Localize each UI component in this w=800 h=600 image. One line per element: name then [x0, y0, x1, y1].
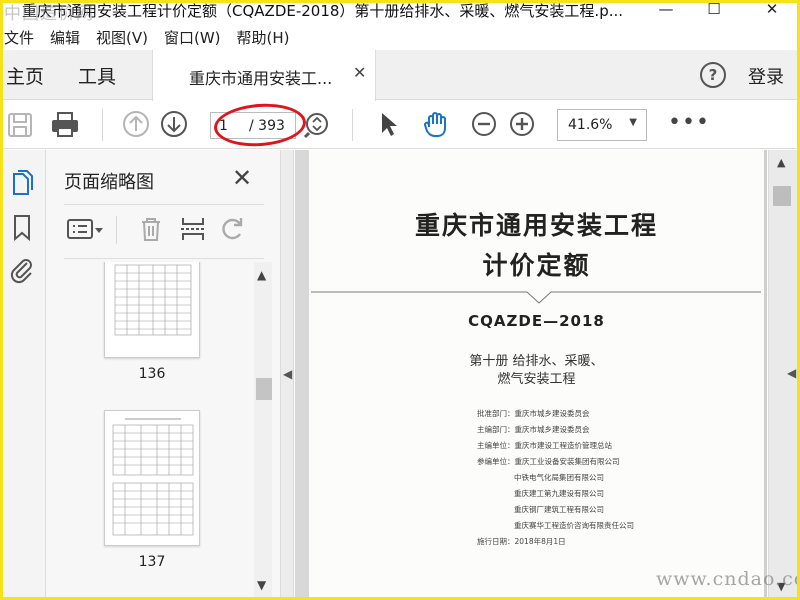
- print-icon[interactable]: [49, 107, 81, 141]
- scrollbar-thumb[interactable]: [773, 186, 791, 206]
- rotate-icon[interactable]: [218, 214, 248, 244]
- document-scrollbar[interactable]: ▲ ◀ ▼: [768, 150, 797, 600]
- document-info-line: 批准部门：重庆市城乡建设委员会: [477, 409, 590, 418]
- menu-help[interactable]: 帮助(H): [229, 26, 298, 50]
- thumbnail-label: 137: [138, 554, 166, 570]
- tab-home[interactable]: 主页: [6, 62, 44, 89]
- scroll-up-icon[interactable]: ▲: [777, 156, 785, 169]
- document-view[interactable]: 重庆市通用安装工程 计价定额 CQAZDE—2018 第十册 给排水、采暖、 燃…: [295, 150, 767, 600]
- document-info-line: 主编部门：重庆市城乡建设委员会: [477, 425, 590, 434]
- scroll-down-icon[interactable]: ▼: [257, 578, 266, 592]
- bookmark-icon[interactable]: [8, 212, 36, 242]
- panel-divider: [64, 204, 264, 205]
- thumbnail-page[interactable]: [104, 410, 200, 546]
- document-page: 重庆市通用安装工程 计价定额 CQAZDE—2018 第十册 给排水、采暖、 燃…: [309, 150, 767, 600]
- zoom-in-icon[interactable]: [506, 107, 538, 141]
- login-button[interactable]: 登录: [748, 63, 784, 89]
- close-panel-icon[interactable]: ✕: [232, 164, 252, 192]
- close-window-button[interactable]: ✕: [752, 0, 792, 22]
- arrow-up-circle-icon[interactable]: [120, 107, 152, 141]
- trash-icon[interactable]: [136, 214, 166, 244]
- more-tools-icon[interactable]: •••: [668, 110, 710, 135]
- tab-bar: 主页 工具 重庆市通用安装工... ✕ ? 登录: [0, 50, 800, 101]
- watermark-bottom: www.cndao.com: [656, 568, 800, 590]
- chevron-down-icon: ▼: [629, 117, 637, 128]
- zoom-value: 41.6%: [568, 117, 613, 133]
- panel-splitter[interactable]: ◀: [280, 150, 294, 600]
- scrollbar-thumb[interactable]: [256, 378, 272, 400]
- toolbar-divider: [102, 109, 103, 141]
- expand-panel-icon[interactable]: ◀: [787, 366, 796, 380]
- thumbnail-scrollbar[interactable]: ▲ ▼: [254, 262, 272, 598]
- tab-document-label: 重庆市通用安装工...: [189, 69, 333, 88]
- panel-divider: [64, 258, 264, 259]
- navigation-pane-strip: [0, 150, 46, 600]
- panel-title: 页面缩略图: [64, 172, 154, 193]
- document-subtitle-line2: 燃气安装工程: [497, 372, 576, 387]
- document-info-line: 中铁电气化局集团有限公司: [514, 473, 604, 482]
- pointer-icon[interactable]: [372, 107, 404, 141]
- document-title: 重庆市通用安装工程: [414, 211, 658, 240]
- menu-bar: 文件 编辑 视图(V) 窗口(W) 帮助(H): [0, 26, 800, 50]
- tab-tools[interactable]: 工具: [78, 62, 116, 89]
- save-icon[interactable]: [4, 107, 36, 141]
- menu-window[interactable]: 窗口(W): [156, 26, 229, 50]
- document-title-line2: 计价定额: [482, 251, 591, 280]
- watermark-top: 中国造价网: [4, 4, 94, 24]
- page-nav-icon[interactable]: [302, 107, 334, 141]
- help-icon[interactable]: ?: [700, 62, 726, 88]
- window-title: 重庆市通用安装工程计价定额（CQAZDE-2018）第十册给排水、采暖、燃气安装…: [22, 2, 622, 20]
- insert-page-icon[interactable]: [178, 214, 208, 244]
- document-subtitle: 第十册 给排水、采暖、: [469, 354, 604, 369]
- menu-file[interactable]: 文件: [0, 26, 42, 50]
- document-info-line: 主编单位：重庆市建设工程造价管理总站: [477, 441, 612, 450]
- menu-view[interactable]: 视图(V): [88, 26, 156, 50]
- panel-tools-divider: [116, 216, 117, 244]
- thumbnail-list: 136 137: [62, 262, 268, 596]
- close-tab-icon[interactable]: ✕: [353, 63, 366, 82]
- document-info-line: 参编单位：重庆工业设备安装集团有限公司: [477, 457, 620, 466]
- arrow-down-circle-icon[interactable]: [158, 107, 190, 141]
- options-icon[interactable]: [66, 214, 106, 244]
- thumbnail-page[interactable]: [104, 262, 200, 358]
- menu-edit[interactable]: 编辑: [42, 26, 88, 50]
- pages-icon[interactable]: [8, 168, 36, 198]
- zoom-out-icon[interactable]: [468, 107, 500, 141]
- document-info-line: 重庆钢厂建筑工程有限公司: [514, 505, 604, 514]
- thumbnail-label: 136: [138, 366, 166, 382]
- paperclip-icon[interactable]: [8, 254, 36, 284]
- page-edge: [764, 150, 767, 600]
- document-info-line: 重庆建工第九建设有限公司: [514, 489, 604, 498]
- zoom-select[interactable]: 41.6% ▼: [557, 109, 647, 141]
- document-code: CQAZDE—2018: [468, 312, 605, 330]
- tab-document[interactable]: 重庆市通用安装工... ✕: [152, 50, 376, 101]
- minimize-button[interactable]: —: [646, 0, 686, 22]
- toolbar-divider: [352, 109, 353, 141]
- thumbnail-panel: 页面缩略图 ✕ 136 137 ▲ ▼: [46, 150, 280, 600]
- hand-icon[interactable]: [420, 107, 452, 141]
- document-info-line: 施行日期：2018年8月1日: [477, 537, 566, 546]
- collapse-panel-icon[interactable]: ◀: [283, 367, 292, 381]
- title-bar: 重庆市通用安装工程计价定额（CQAZDE-2018）第十册给排水、采暖、燃气安装…: [0, 0, 800, 26]
- maximize-button[interactable]: ☐: [694, 0, 734, 22]
- title-divider: [311, 291, 761, 304]
- scroll-up-icon[interactable]: ▲: [257, 268, 266, 282]
- document-info-line: 重庆赛华工程造价咨询有限责任公司: [514, 521, 634, 530]
